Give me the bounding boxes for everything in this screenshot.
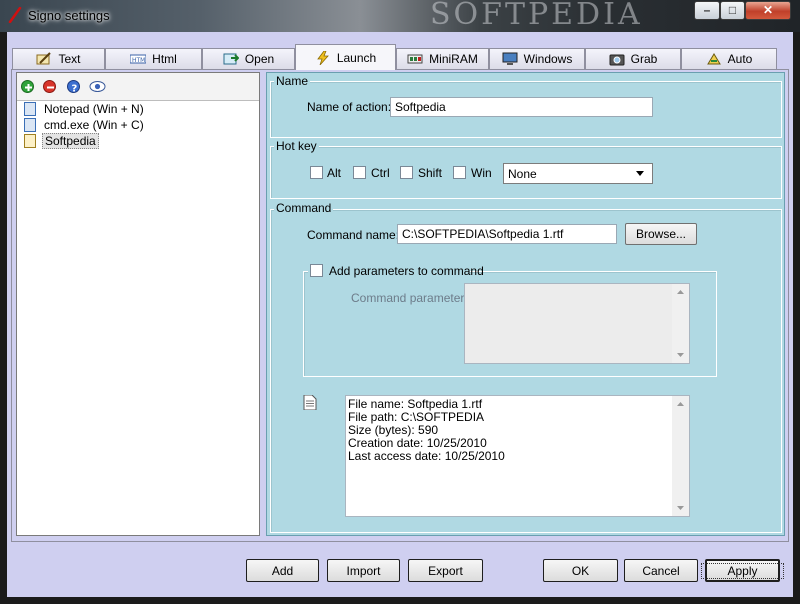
- tab-label: MiniRAM: [429, 52, 478, 66]
- close-icon: ✕: [762, 3, 774, 17]
- monitor-icon: [502, 52, 518, 66]
- preview-button[interactable]: [89, 80, 106, 93]
- tab-miniram[interactable]: MiniRAM: [396, 48, 489, 69]
- list-item[interactable]: Notepad (Win + N): [24, 101, 146, 117]
- open-icon: [223, 52, 240, 66]
- last-access-date-line: Last access date: 10/25/2010: [348, 449, 505, 463]
- list-item-label: Softpedia: [42, 133, 99, 149]
- tab-launch[interactable]: Launch: [295, 44, 396, 70]
- minimize-button[interactable]: –: [694, 1, 720, 20]
- svg-text:HTML: HTML: [132, 57, 146, 64]
- add-parameters-label: Add parameters to command: [329, 264, 484, 278]
- ctrl-label: Ctrl: [371, 166, 390, 180]
- command-name-label: Command name:: [307, 228, 400, 242]
- scroll-arrows-icon: [677, 290, 684, 357]
- lightning-icon: [315, 50, 331, 65]
- file-info-icon: [303, 394, 317, 411]
- tab-label: Text: [58, 52, 81, 66]
- ok-button[interactable]: OK: [543, 559, 618, 582]
- name-group-title: Name: [274, 74, 311, 88]
- ram-icon: [407, 52, 423, 66]
- add-item-button[interactable]: [21, 80, 34, 93]
- auto-icon: [706, 52, 722, 66]
- hotkey-group-title: Hot key: [274, 139, 319, 153]
- alt-checkbox[interactable]: [310, 166, 323, 179]
- file-info-scrollbar[interactable]: [672, 396, 689, 516]
- apply-label: Apply: [701, 562, 784, 579]
- html-icon: HTML: [129, 52, 150, 66]
- scroll-arrows-icon: [677, 402, 684, 510]
- command-group-title: Command: [274, 201, 334, 215]
- hotkey-select-value: None: [508, 166, 537, 181]
- cancel-button[interactable]: Cancel: [624, 559, 698, 582]
- pencil-icon: [36, 52, 52, 66]
- ctrl-checkbox[interactable]: [353, 166, 366, 179]
- maximize-button[interactable]: □: [720, 1, 745, 20]
- tab-label: Windows: [523, 52, 573, 66]
- tab-text[interactable]: Text: [12, 48, 105, 69]
- camera-icon: [609, 52, 625, 66]
- maximize-icon: □: [728, 3, 737, 17]
- eye-icon: [89, 81, 106, 92]
- window-title: Signo settings: [28, 8, 110, 23]
- alt-label: Alt: [327, 166, 342, 180]
- list-item[interactable]: Softpedia: [24, 133, 99, 149]
- hotkey-select[interactable]: None: [503, 163, 653, 184]
- file-info-text: File name: Softpedia 1.rtf File path: C:…: [348, 398, 505, 463]
- help-button[interactable]: ?: [67, 80, 80, 95]
- tab-label: Auto: [727, 52, 753, 66]
- title-bar[interactable]: [0, 0, 800, 32]
- tab-open[interactable]: Open: [202, 48, 295, 69]
- list-item-label: cmd.exe (Win + C): [44, 118, 144, 132]
- plus-icon: [25, 84, 32, 91]
- document-icon: [24, 102, 36, 116]
- command-parameters-label: Command parameters:: [351, 291, 474, 305]
- tab-html[interactable]: HTML Html: [105, 48, 202, 69]
- shift-label: Shift: [418, 166, 443, 180]
- minimize-icon: –: [703, 3, 711, 17]
- remove-item-button[interactable]: [43, 80, 56, 93]
- svg-text:?: ?: [72, 84, 78, 95]
- shift-checkbox[interactable]: [400, 166, 413, 179]
- list-item[interactable]: cmd.exe (Win + C): [24, 117, 146, 133]
- name-of-action-input[interactable]: Softpedia: [390, 97, 653, 117]
- parameters-scrollbar[interactable]: [672, 284, 689, 363]
- import-button[interactable]: Import: [327, 559, 400, 582]
- tab-label: Html: [152, 52, 177, 66]
- app-icon: [8, 6, 22, 24]
- document-icon: [24, 118, 36, 132]
- command-name-input[interactable]: C:\SOFTPEDIA\Softpedia 1.rtf: [397, 224, 617, 244]
- tab-label: Launch: [336, 50, 377, 65]
- apply-button[interactable]: Apply: [701, 559, 784, 582]
- tab-auto[interactable]: Auto: [681, 48, 777, 69]
- minus-icon: [47, 86, 54, 89]
- tab-label: Grab: [630, 52, 658, 66]
- question-icon: ?: [72, 84, 78, 95]
- win-label: Win: [471, 166, 492, 180]
- add-parameters-checkbox[interactable]: [310, 264, 323, 277]
- tab-grab[interactable]: Grab: [585, 48, 681, 69]
- close-button[interactable]: ✕: [745, 1, 791, 20]
- tab-windows[interactable]: Windows: [489, 48, 585, 69]
- name-of-action-label: Name of action:: [307, 100, 392, 114]
- list-item-label: Notepad (Win + N): [44, 102, 144, 116]
- win-checkbox[interactable]: [453, 166, 466, 179]
- edit-document-icon: [24, 134, 36, 148]
- command-parameters-textarea[interactable]: [464, 283, 690, 364]
- chevron-down-icon: [636, 171, 644, 176]
- browse-button[interactable]: Browse...: [625, 223, 697, 245]
- export-button[interactable]: Export: [408, 559, 483, 582]
- add-button[interactable]: Add: [246, 559, 319, 582]
- tab-label: Open: [244, 52, 275, 66]
- watermark: SOFTPEDIA: [430, 0, 643, 32]
